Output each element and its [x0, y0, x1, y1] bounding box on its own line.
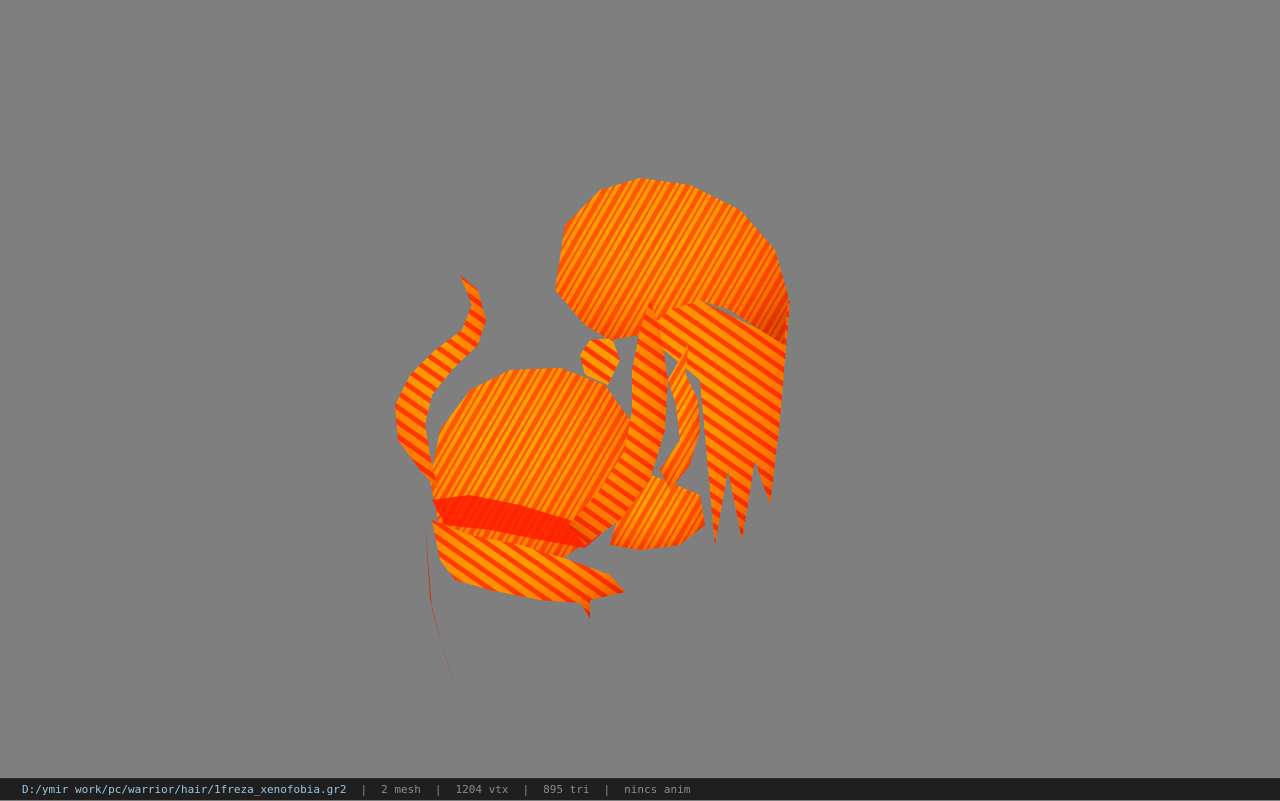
separator: |	[522, 783, 530, 796]
file-path-label: D:/ymir work/pc/warrior/hair/1freza_xeno…	[22, 783, 347, 796]
status-bar: D:/ymir work/pc/warrior/hair/1freza_xeno…	[0, 778, 1280, 800]
separator: |	[360, 783, 368, 796]
separator: |	[603, 783, 611, 796]
vertex-count-label: 1204 vtx	[455, 783, 509, 796]
3d-viewport[interactable]	[0, 0, 1280, 778]
animation-status-label: nincs anim	[624, 783, 691, 796]
separator: |	[434, 783, 442, 796]
hair-model-render	[395, 178, 790, 690]
triangle-count-label: 895 tri	[543, 783, 590, 796]
mesh-count-label: 2 mesh	[381, 783, 421, 796]
